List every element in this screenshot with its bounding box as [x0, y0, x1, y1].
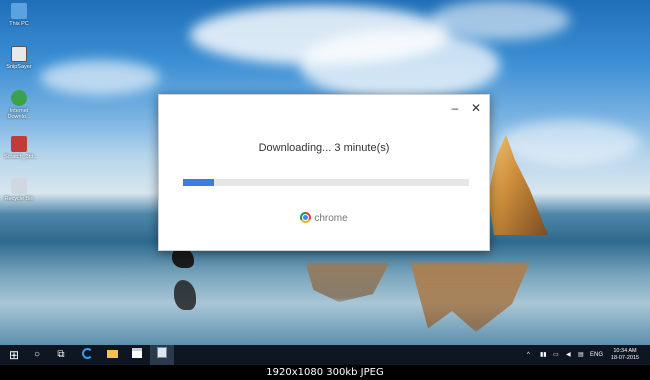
language-indicator[interactable]: ENG — [590, 345, 603, 365]
notification-icon[interactable]: ▤ — [578, 345, 584, 365]
installer-button[interactable] — [150, 345, 174, 365]
recycle-bin-icon — [11, 178, 27, 194]
clock-time: 10:34 AM — [613, 348, 637, 354]
network-icon[interactable]: ▮▮ — [540, 345, 547, 365]
app-icon — [11, 46, 27, 62]
close-button[interactable]: ✕ — [469, 101, 483, 115]
download-progress-fill — [183, 179, 215, 186]
runner-silhouette — [172, 248, 194, 268]
download-progress-bar — [183, 179, 469, 186]
download-status-text: Downloading... 3 minute(s) — [258, 142, 390, 154]
computer-icon — [11, 3, 27, 19]
window-icon — [11, 136, 27, 152]
tray-overflow-chevron[interactable]: ^ — [527, 345, 530, 365]
image-info-caption: 1920x1080 300kb JPEG — [0, 365, 650, 380]
edge-button[interactable] — [75, 345, 99, 365]
desktop-icon-scratch[interactable]: Scratch_3ttt... — [4, 136, 38, 160]
clock-date: 18-07-2015 — [610, 355, 640, 361]
desktop-icon-this-pc[interactable]: This PC — [4, 3, 34, 27]
file-explorer-button[interactable] — [100, 345, 124, 365]
store-icon — [132, 348, 142, 358]
minimize-button[interactable]: – — [448, 101, 462, 115]
chrome-logo-icon — [300, 212, 312, 223]
chrome-installer-dialog: – ✕ Downloading... 3 minute(s) chrome — [158, 94, 490, 251]
desktop-icon-recycle-bin[interactable]: Recycle Bin — [4, 178, 34, 202]
search-button[interactable]: ○ — [25, 345, 49, 365]
file-explorer-icon — [106, 350, 118, 358]
start-button[interactable]: ⊞ — [2, 345, 26, 365]
installer-icon — [157, 347, 167, 358]
taskbar: ⊞ ○ ⧉ ^ ▮▮ ▭ ◀ ▤ ENG 10:34 AM 18-07-2015 — [0, 345, 650, 365]
volume-icon[interactable]: ◀ — [566, 345, 571, 365]
system-clock[interactable]: 10:34 AM 18-07-2015 — [603, 348, 647, 362]
desktop-icon-snipsayer[interactable]: SnipSayer — [4, 46, 34, 70]
chrome-brand: chrome — [159, 212, 489, 224]
globe-icon — [11, 90, 27, 106]
task-view-button[interactable]: ⧉ — [49, 345, 73, 365]
battery-icon[interactable]: ▭ — [553, 345, 559, 365]
store-button[interactable] — [125, 345, 149, 365]
desktop-icon-internet-download[interactable]: Internet Downlo... — [4, 90, 34, 120]
edge-icon — [81, 348, 93, 359]
chrome-brand-label: chrome — [314, 213, 348, 224]
